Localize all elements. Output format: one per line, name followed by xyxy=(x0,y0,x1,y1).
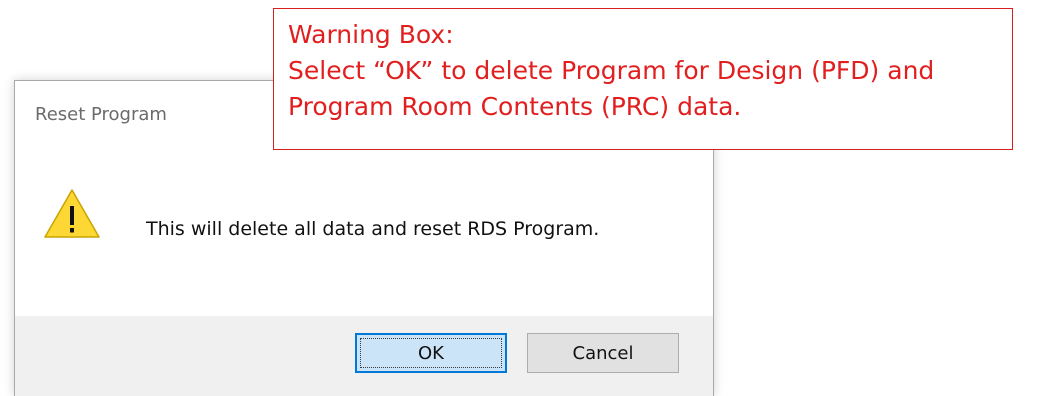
cancel-button-label: Cancel xyxy=(572,342,634,364)
dialog-button-bar: OK Cancel xyxy=(15,316,713,396)
callout-line-2: Program Room Contents (PRC) data. xyxy=(288,92,742,121)
dialog-body: This will delete all data and reset RDS … xyxy=(15,151,713,316)
ok-button-label: OK xyxy=(418,342,444,364)
ok-button[interactable]: OK xyxy=(355,333,507,373)
dialog-message: This will delete all data and reset RDS … xyxy=(146,218,600,240)
callout-line-1: Select “OK” to delete Program for Design… xyxy=(288,56,935,85)
dialog-title: Reset Program xyxy=(35,104,167,125)
warning-callout-box: Warning Box: Select “OK” to delete Progr… xyxy=(273,8,1013,150)
cancel-button[interactable]: Cancel xyxy=(527,333,679,373)
callout-heading: Warning Box: xyxy=(288,20,454,49)
warning-icon xyxy=(44,189,100,238)
